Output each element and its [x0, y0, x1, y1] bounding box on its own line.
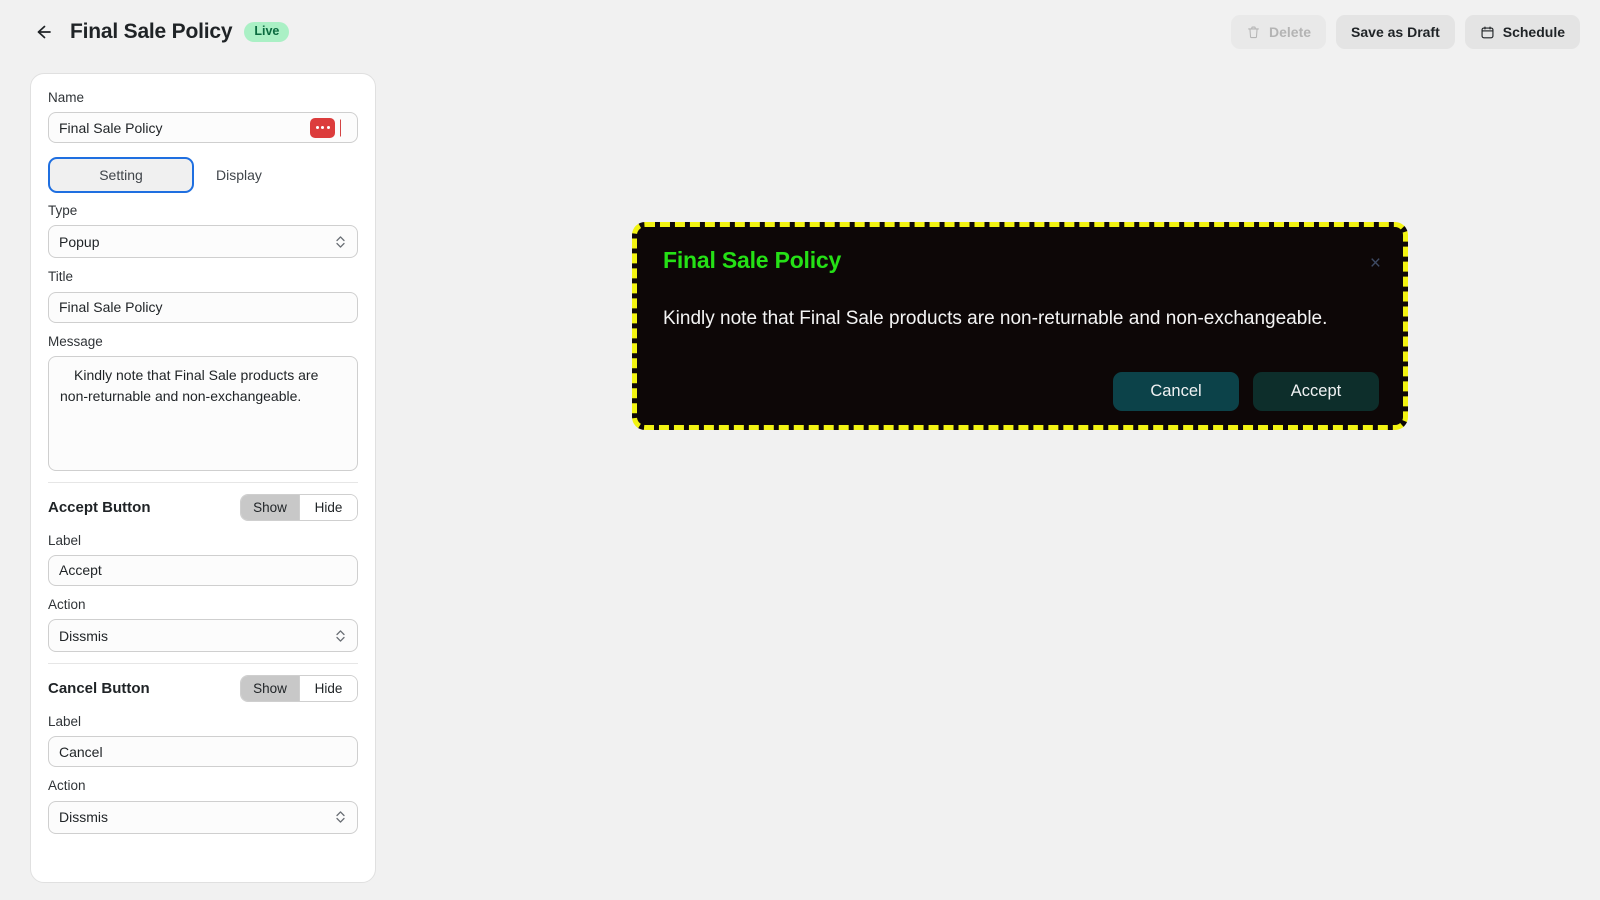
type-select[interactable]: Popup	[48, 225, 358, 259]
accept-label-field-group: Label Accept	[48, 533, 358, 586]
title-label: Title	[48, 269, 74, 285]
cancel-action-select[interactable]: Dissmis	[48, 800, 358, 834]
accept-show-option[interactable]: Show	[241, 494, 299, 520]
close-icon[interactable]: ×	[1370, 254, 1381, 273]
arrow-left-icon	[37, 25, 51, 39]
title-field-group: Title Final Sale Policy	[48, 269, 358, 323]
cancel-action-label: Action	[48, 778, 86, 794]
cancel-label-field-group: Label Cancel	[48, 714, 358, 768]
cancel-action-field-group: Action Dissmis	[48, 778, 358, 834]
popup-title: Final Sale Policy	[663, 247, 842, 273]
cancel-label-input[interactable]: Cancel	[48, 736, 358, 768]
ellipsis-dot	[315, 126, 319, 130]
schedule-button-label: Schedule	[1502, 24, 1565, 40]
title-input[interactable]: Final Sale Policy	[48, 291, 358, 323]
accept-action-value: Dissmis	[59, 627, 108, 644]
accept-hide-label: Hide	[314, 499, 343, 515]
cancel-label-value: Cancel	[59, 743, 103, 760]
top-bar-actions: Delete Save as Draft Schedule	[1231, 15, 1580, 49]
ellipsis-dot	[326, 126, 330, 130]
chevron-updown-icon	[335, 628, 346, 643]
cancel-button-visibility-toggle: Show Hide	[240, 675, 358, 703]
tab-setting-label: Setting	[99, 167, 143, 184]
cancel-button-section-header: Cancel Button Show Hide	[48, 675, 358, 703]
name-field-group: Name Final Sale Policy	[48, 90, 358, 144]
popup-preview: Final Sale Policy × Kindly note that Fin…	[632, 222, 1408, 430]
accept-label-value: Accept	[59, 562, 102, 579]
title-input-value: Final Sale Policy	[59, 299, 163, 316]
cancel-action-value: Dissmis	[59, 809, 108, 825]
delete-button-label: Delete	[1269, 24, 1312, 40]
settings-panel: Name Final Sale Policy Setting Display T…	[30, 73, 376, 883]
schedule-button[interactable]: Schedule	[1464, 15, 1580, 49]
save-as-draft-button[interactable]: Save as Draft	[1336, 15, 1455, 49]
popup-accept-label: Accept	[1290, 382, 1342, 400]
type-field-group: Type Popup	[48, 203, 358, 259]
type-select-value: Popup	[59, 233, 100, 250]
settings-tabs: Setting Display	[48, 157, 358, 194]
delete-button[interactable]: Delete	[1231, 15, 1327, 49]
name-input[interactable]: Final Sale Policy	[48, 112, 358, 144]
cancel-label-label: Label	[48, 714, 82, 730]
cancel-show-label: Show	[253, 681, 287, 697]
popup-accept-button[interactable]: Accept	[1253, 372, 1379, 411]
text-caret	[339, 119, 341, 137]
tab-setting[interactable]: Setting	[48, 157, 194, 194]
divider	[48, 481, 358, 483]
back-button[interactable]	[30, 19, 56, 45]
chevron-updown-icon	[335, 234, 346, 249]
message-field-group: Message Kindly note that Final Sale prod…	[48, 334, 358, 471]
ellipsis-dot	[321, 126, 324, 130]
accept-action-select[interactable]: Dissmis	[48, 619, 358, 653]
page-title: Final Sale Policy	[70, 20, 233, 43]
popup-actions: Cancel Accept	[1113, 372, 1379, 411]
accept-button-section-header: Accept Button Show Hide	[48, 493, 358, 521]
cancel-hide-label: Hide	[314, 681, 343, 697]
accept-show-label: Show	[253, 499, 287, 515]
message-textarea[interactable]: Kindly note that Final Sale products are…	[48, 355, 358, 471]
ellipsis-icon[interactable]	[310, 117, 335, 138]
accept-label-input[interactable]: Accept	[48, 554, 358, 586]
name-label: Name	[48, 90, 85, 105]
name-input-value: Final Sale Policy	[59, 119, 163, 136]
divider	[48, 663, 358, 665]
cancel-hide-option[interactable]: Hide	[299, 676, 357, 702]
accept-action-label: Action	[48, 596, 86, 612]
accept-hide-option[interactable]: Hide	[299, 494, 357, 520]
message-label: Message	[48, 333, 103, 349]
popup-message: Kindly note that Final Sale products are…	[663, 307, 1328, 329]
accept-button-visibility-toggle: Show Hide	[240, 493, 358, 521]
chevron-updown-icon	[335, 810, 346, 825]
tab-display[interactable]: Display	[194, 157, 284, 193]
trash-icon	[1248, 26, 1259, 38]
popup-cancel-button[interactable]: Cancel	[1113, 372, 1239, 411]
accept-button-section-title: Accept Button	[48, 498, 151, 516]
accept-label-label: Label	[48, 532, 82, 548]
top-bar: Final Sale Policy Live Delete Save as Dr…	[0, 0, 1600, 64]
cancel-button-section-title: Cancel Button	[48, 680, 150, 698]
save-as-draft-label: Save as Draft	[1351, 24, 1440, 40]
type-label: Type	[48, 203, 78, 219]
calendar-icon	[1481, 26, 1494, 38]
cancel-show-option[interactable]: Show	[241, 676, 299, 702]
tab-display-label: Display	[216, 167, 262, 184]
status-badge: Live	[244, 22, 290, 42]
accept-action-field-group: Action Dissmis	[48, 596, 358, 653]
popup-cancel-label: Cancel	[1150, 382, 1202, 400]
